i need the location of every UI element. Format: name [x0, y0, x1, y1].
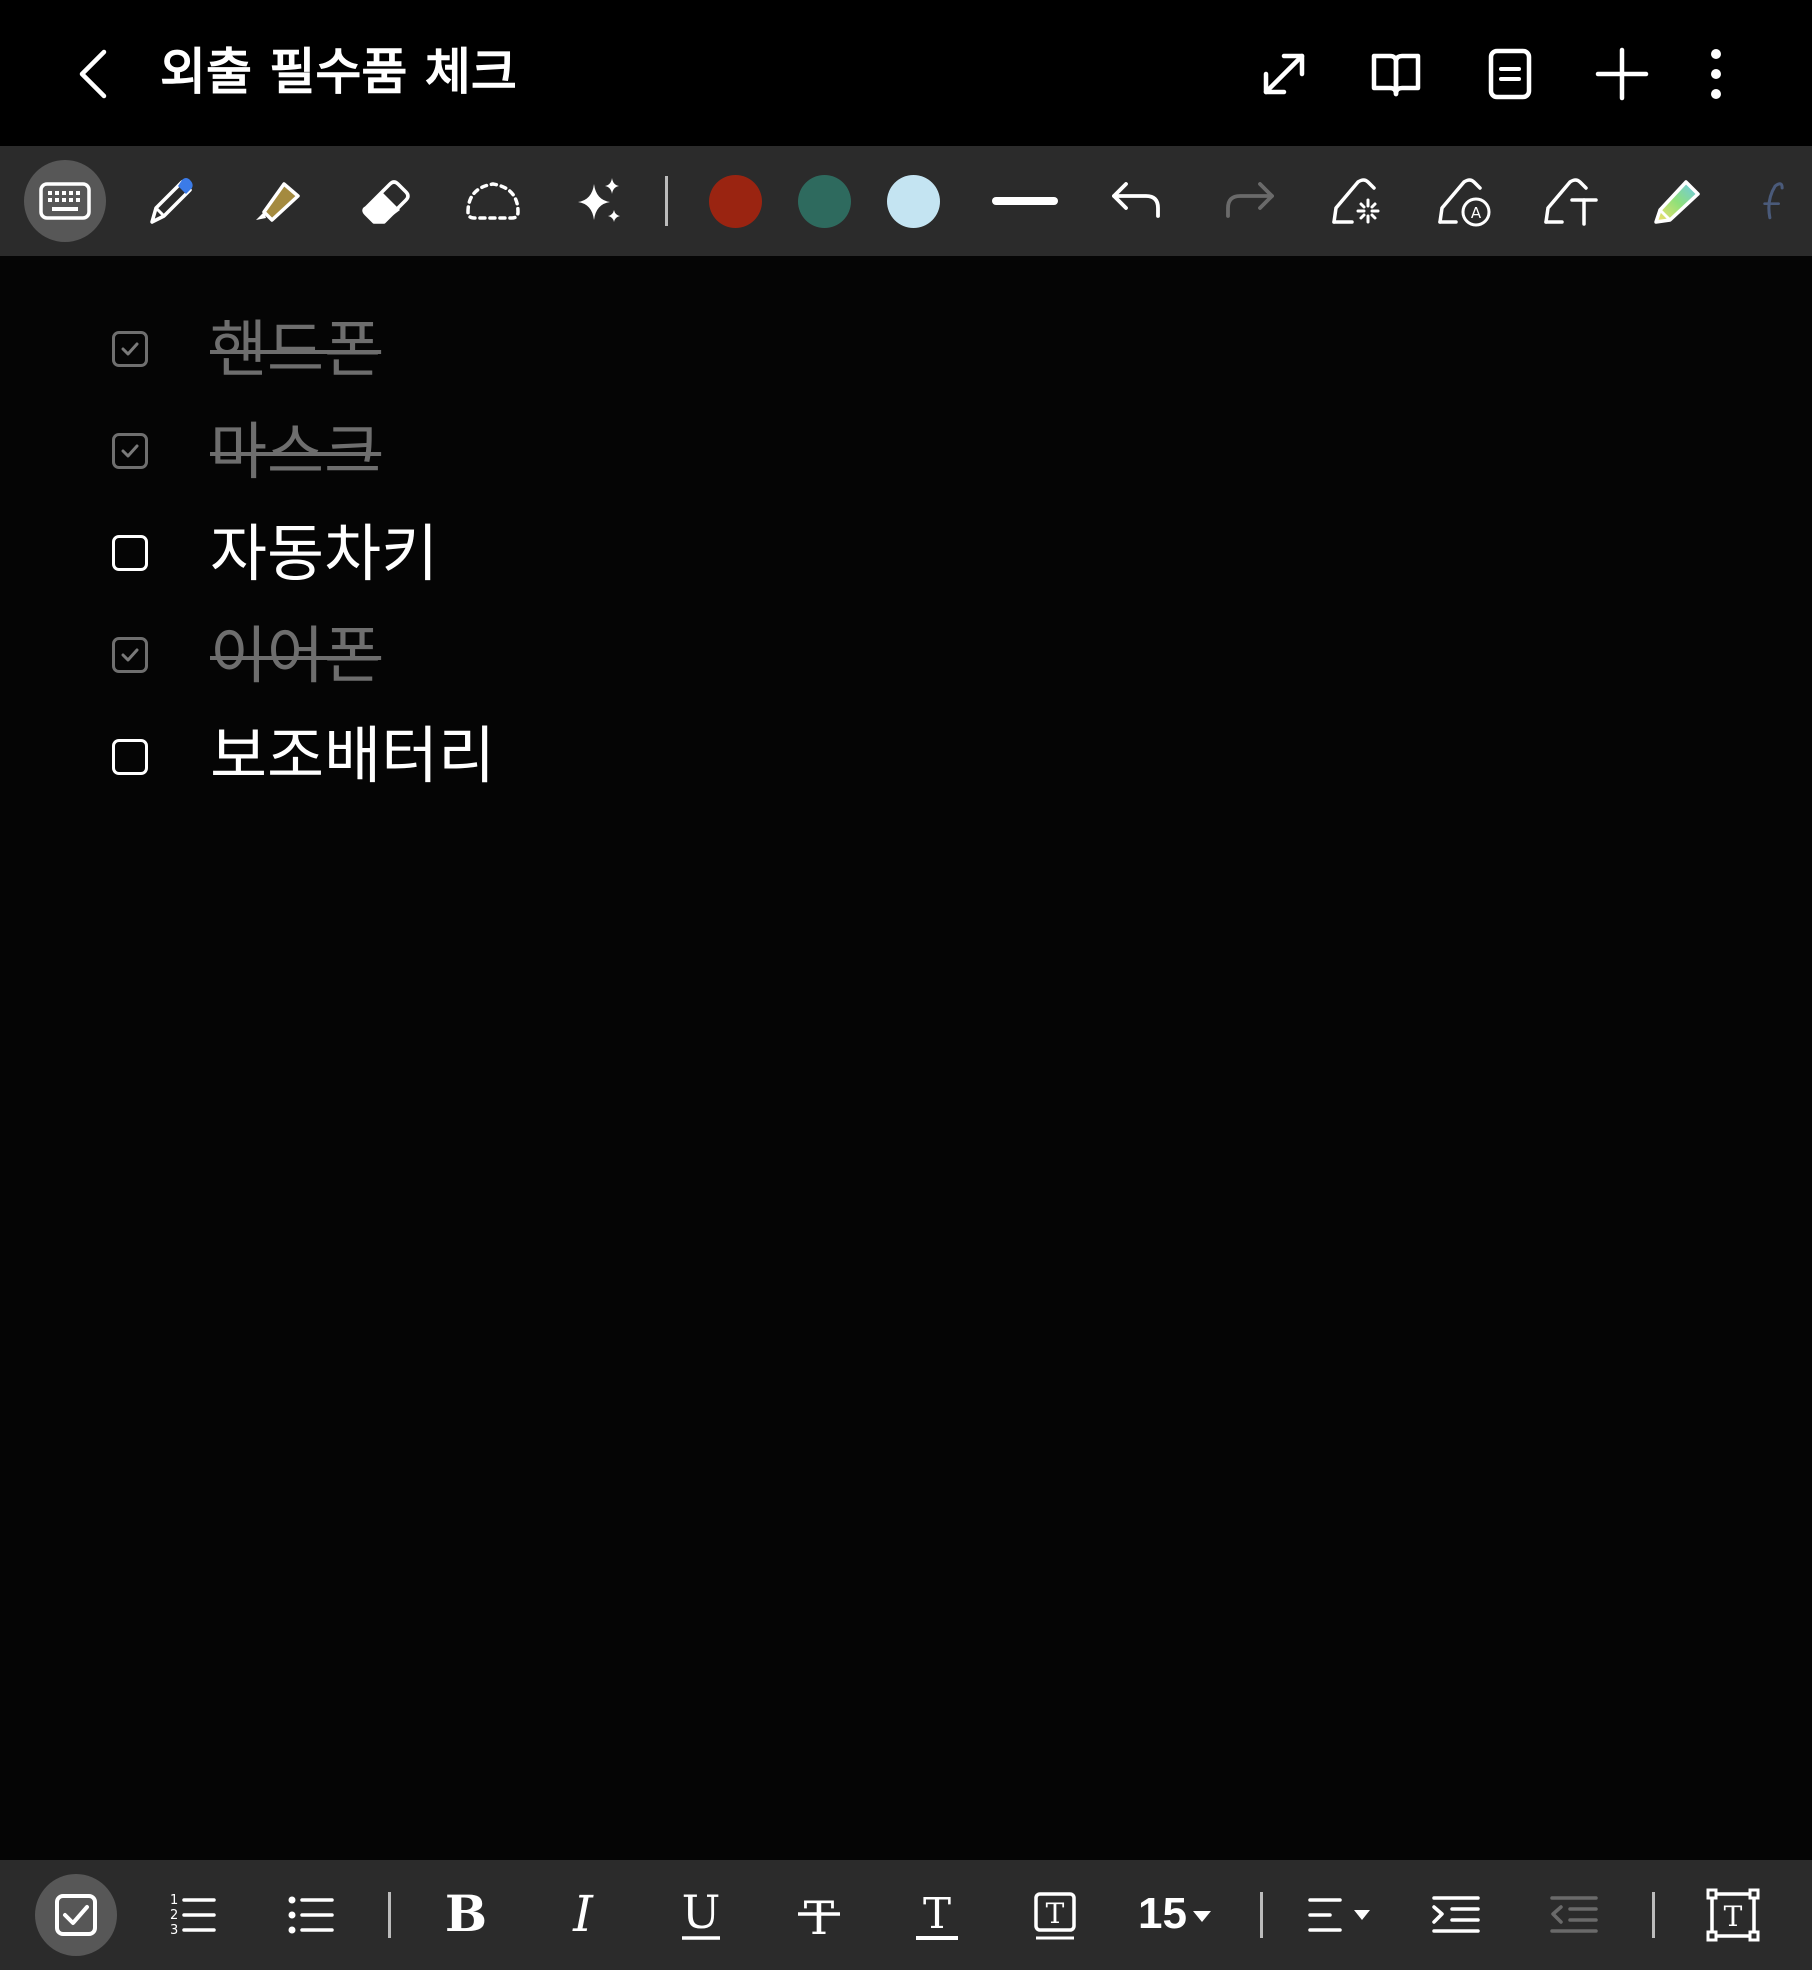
pen-style-icon[interactable] — [1740, 160, 1812, 242]
svg-text:B: B — [445, 1884, 487, 1943]
pen-toolbar: A — [0, 146, 1812, 256]
numbered-list-icon[interactable]: 1 2 3 — [152, 1874, 234, 1956]
toolbar-divider — [1652, 1892, 1655, 1938]
note-title[interactable]: 외출 필수품 체크 — [160, 40, 517, 104]
checklist-item-text[interactable]: 이어폰 — [210, 616, 381, 696]
eraser-icon[interactable] — [344, 160, 426, 242]
bullet-list-icon[interactable] — [270, 1874, 352, 1956]
checklist-item-text[interactable]: 보조배터리 — [210, 716, 495, 796]
checkbox-checked[interactable] — [112, 331, 148, 367]
lasso-select-icon[interactable] — [452, 160, 534, 242]
checklist-item-text[interactable]: 마스크 — [210, 412, 381, 492]
svg-text:T: T — [1724, 1900, 1743, 1933]
toolbar-divider — [665, 176, 668, 226]
pen-icon[interactable] — [130, 160, 212, 242]
spell-check-pen-icon[interactable] — [1318, 160, 1400, 242]
add-icon[interactable] — [1592, 44, 1652, 104]
chevron-left-icon — [79, 49, 107, 99]
highlighter-icon[interactable] — [236, 160, 318, 242]
svg-text:I: I — [572, 1885, 594, 1943]
toolbar-divider — [388, 1892, 391, 1938]
toolbar-divider — [1260, 1892, 1263, 1938]
bold-icon[interactable]: B — [425, 1874, 507, 1956]
checklist-item[interactable]: 핸드폰 — [0, 310, 1000, 400]
book-view-icon[interactable] — [1366, 44, 1426, 104]
color-swatch-lightblue[interactable] — [887, 175, 940, 228]
align-icon[interactable] — [1298, 1874, 1398, 1956]
expand-icon[interactable] — [1254, 44, 1314, 104]
more-options-icon[interactable] — [1686, 44, 1746, 104]
svg-text:2: 2 — [170, 1908, 178, 1923]
outdent-icon[interactable] — [1534, 1874, 1616, 1956]
checkbox-checked[interactable] — [112, 637, 148, 673]
font-size-selector[interactable]: 15 — [1138, 1884, 1211, 1944]
color-swatch-red[interactable] — [709, 175, 762, 228]
text-convert-icon[interactable] — [1530, 160, 1612, 242]
keyboard-icon[interactable] — [24, 160, 106, 242]
font-size-value: 15 — [1138, 1889, 1187, 1938]
undo-icon[interactable] — [1096, 160, 1178, 242]
redo-icon[interactable] — [1208, 160, 1290, 242]
app-header: 외출 필수품 체크 — [0, 0, 1812, 146]
svg-text:T: T — [923, 1889, 951, 1938]
text-format-toolbar: 1 2 3 B I U T T T 15 T — [0, 1860, 1812, 1970]
chevron-down-icon — [1192, 1910, 1211, 1922]
checkbox-unchecked[interactable] — [112, 739, 148, 775]
svg-text:U: U — [682, 1885, 721, 1939]
italic-icon[interactable]: I — [542, 1874, 624, 1956]
svg-text:A: A — [1471, 204, 1482, 222]
page-view-icon[interactable] — [1480, 44, 1540, 104]
svg-text:T: T — [804, 1891, 835, 1945]
checklist-item-text[interactable]: 핸드폰 — [210, 310, 381, 390]
stroke-width-icon[interactable] — [984, 160, 1066, 242]
svg-text:3: 3 — [170, 1923, 178, 1938]
svg-text:1: 1 — [170, 1893, 178, 1908]
back-button[interactable] — [68, 38, 122, 110]
ai-sparkle-icon[interactable] — [558, 160, 640, 242]
checklist-item[interactable]: 이어폰 — [0, 616, 1000, 706]
checkbox-unchecked[interactable] — [112, 535, 148, 571]
checklist-item[interactable]: 보조배터리 — [0, 716, 1000, 806]
color-swatch-green[interactable] — [798, 175, 851, 228]
checklist-icon[interactable] — [35, 1874, 117, 1956]
text-color-icon[interactable]: T — [896, 1874, 978, 1956]
checklist-item-text[interactable]: 자동차키 — [210, 514, 438, 594]
strikethrough-icon[interactable]: T — [778, 1874, 860, 1956]
rainbow-pen-icon[interactable] — [1636, 160, 1718, 242]
underline-icon[interactable]: U — [660, 1874, 742, 1956]
text-background-icon[interactable]: T — [1014, 1874, 1096, 1956]
text-box-icon[interactable]: T — [1692, 1874, 1774, 1956]
checklist-item[interactable]: 자동차키 — [0, 514, 1000, 604]
indent-icon[interactable] — [1416, 1874, 1498, 1956]
handwriting-convert-icon[interactable]: A — [1424, 160, 1506, 242]
checkbox-checked[interactable] — [112, 433, 148, 469]
checklist-item[interactable]: 마스크 — [0, 412, 1000, 502]
svg-text:T: T — [1046, 1897, 1065, 1930]
